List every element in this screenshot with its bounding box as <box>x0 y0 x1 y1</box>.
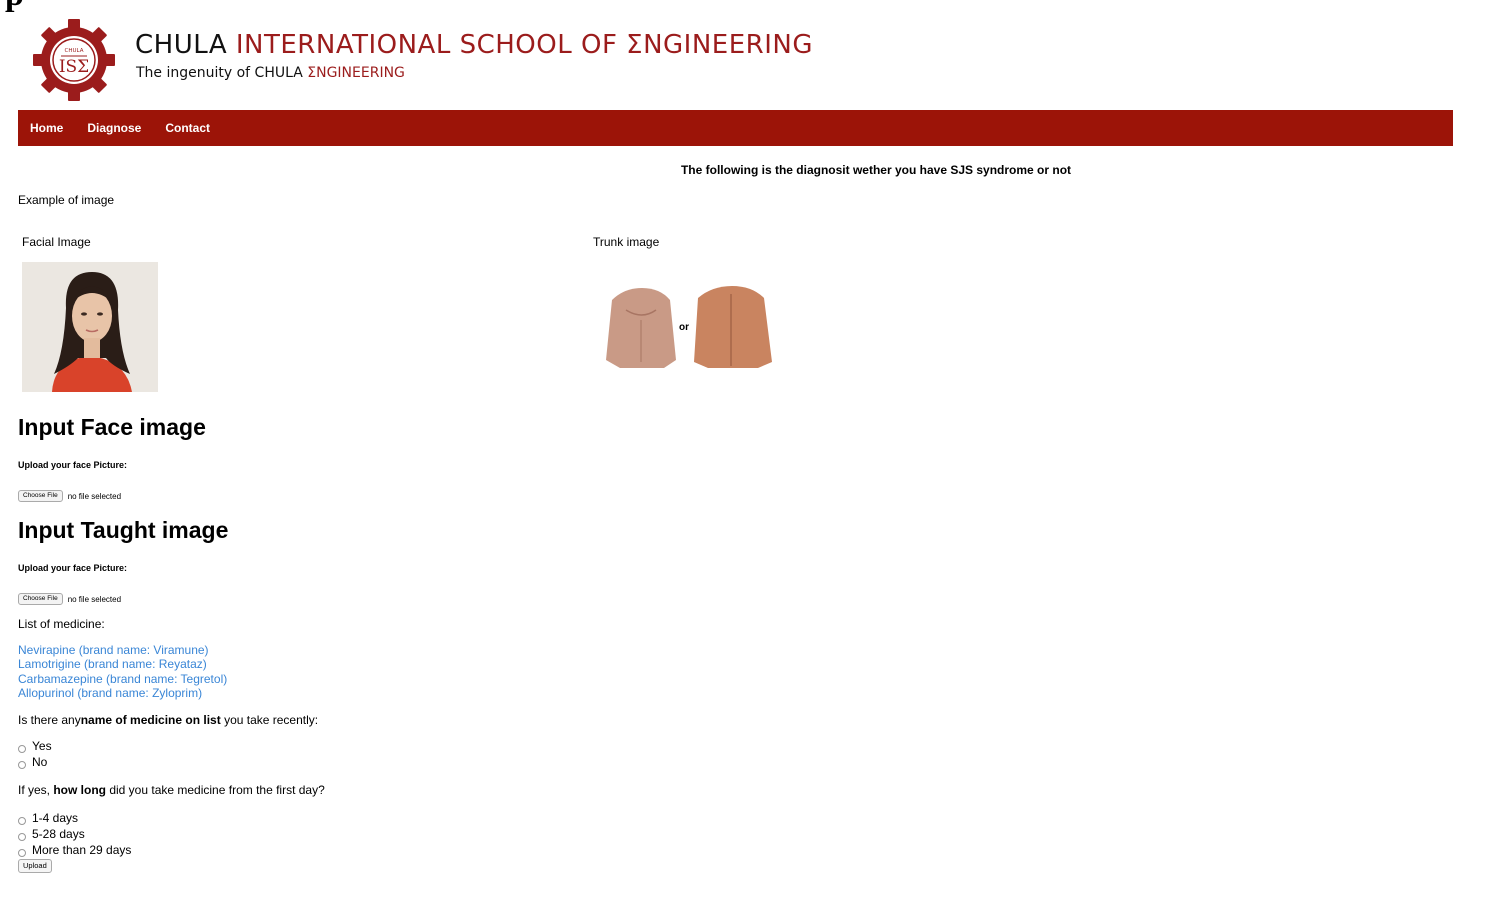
medicine-list: Nevirapine (brand name: Viramune) Lamotr… <box>18 643 227 700</box>
radio-29-days-label: More than 29 days <box>32 843 132 857</box>
radio-option-yes[interactable]: Yes <box>18 738 52 754</box>
logo-main-text: ISΣ <box>59 57 89 77</box>
taught-choose-file-button[interactable]: Choose File <box>18 593 63 605</box>
medicine-link-lamotrigine[interactable]: Lamotrigine (brand name: Reyataz) <box>18 657 227 671</box>
radio-29-days[interactable] <box>18 848 26 857</box>
radio-option-1-4-days[interactable]: 1-4 days <box>18 810 131 826</box>
site-subtitle-part1: The ingenuity of CHULA <box>136 65 308 81</box>
diagnosis-notice: The following is the diagnosit wether yo… <box>680 163 1072 177</box>
radio-option-no[interactable]: No <box>18 754 52 770</box>
radio-yes[interactable] <box>18 744 26 753</box>
radio-option-5-28-days[interactable]: 5-28 days <box>18 826 131 842</box>
taught-file-input[interactable]: Choose File no file selected <box>18 593 121 605</box>
page-top-fragment: p <box>5 0 24 12</box>
radio-no-label: No <box>32 755 48 769</box>
medicine-radio-group: Yes No <box>18 738 52 770</box>
nav-bar: Home Diagnose Contact <box>18 110 1453 146</box>
trunk-example-image: or <box>606 286 772 368</box>
example-label: Example of image <box>18 193 115 207</box>
radio-option-29-days[interactable]: More than 29 days <box>18 842 131 858</box>
face-choose-file-button[interactable]: Choose File <box>18 490 63 502</box>
site-subtitle-part2: ΣNGINEERING <box>307 65 405 81</box>
trunk-image-label: Trunk image <box>593 235 660 249</box>
facial-example-image <box>22 262 158 392</box>
radio-1-4-days[interactable] <box>18 816 26 825</box>
site-title: CHULA INTERNATIONAL SCHOOL OF ΣNGINEERIN… <box>135 30 813 60</box>
upload-button[interactable]: Upload <box>18 859 52 873</box>
site-header: CHULA ISΣ CHULA INTERNATIONAL SCHOOL OF … <box>30 18 890 102</box>
medicine-list-title: List of medicine: <box>18 617 105 631</box>
nav-diagnose[interactable]: Diagnose <box>87 121 141 135</box>
face-section-heading: Input Face image <box>18 414 206 440</box>
medicine-question-suffix: you take recently: <box>220 713 319 727</box>
duration-question: If yes, how long did you take medicine f… <box>18 783 325 797</box>
duration-question-suffix: did you take medicine from the first day… <box>106 783 325 797</box>
medicine-question-bold: name of medicine on list <box>80 713 221 727</box>
taught-file-status: no file selected <box>67 594 122 604</box>
nav-contact[interactable]: Contact <box>165 121 210 135</box>
face-file-status: no file selected <box>67 491 122 501</box>
duration-question-prefix: If yes, <box>18 783 54 797</box>
site-title-part2: INTERNATIONAL SCHOOL OF ΣNGINEERING <box>235 30 813 60</box>
radio-no[interactable] <box>18 760 26 769</box>
duration-question-bold: how long <box>53 783 106 797</box>
site-subtitle: The ingenuity of CHULA ΣNGINEERING <box>136 65 405 81</box>
taught-section-heading: Input Taught image <box>18 517 229 543</box>
medicine-link-carbamazepine[interactable]: Carbamazepine (brand name: Tegretol) <box>18 672 227 686</box>
duration-radio-group: 1-4 days 5-28 days More than 29 days <box>18 810 131 858</box>
logo-top-text: CHULA <box>65 48 84 54</box>
radio-1-4-days-label: 1-4 days <box>32 811 79 825</box>
radio-5-28-days[interactable] <box>18 832 26 841</box>
nav-home[interactable]: Home <box>30 121 63 135</box>
medicine-question-prefix: Is there any <box>18 713 81 727</box>
facial-image-label: Facial Image <box>22 235 91 249</box>
site-title-part1: CHULA <box>135 30 236 60</box>
taught-upload-label: Upload your face Picture: <box>18 563 128 573</box>
medicine-link-nevirapine[interactable]: Nevirapine (brand name: Viramune) <box>18 643 227 657</box>
trunk-or-text: or <box>679 322 689 333</box>
medicine-link-allopurinol[interactable]: Allopurinol (brand name: Zyloprim) <box>18 686 227 700</box>
gear-logo-icon: CHULA ISΣ <box>33 19 115 101</box>
face-upload-label: Upload your face Picture: <box>18 460 128 470</box>
face-file-input[interactable]: Choose File no file selected <box>18 490 121 502</box>
medicine-question: Is there anyname of medicine on list you… <box>18 713 318 727</box>
radio-yes-label: Yes <box>32 739 52 753</box>
radio-5-28-days-label: 5-28 days <box>32 827 85 841</box>
